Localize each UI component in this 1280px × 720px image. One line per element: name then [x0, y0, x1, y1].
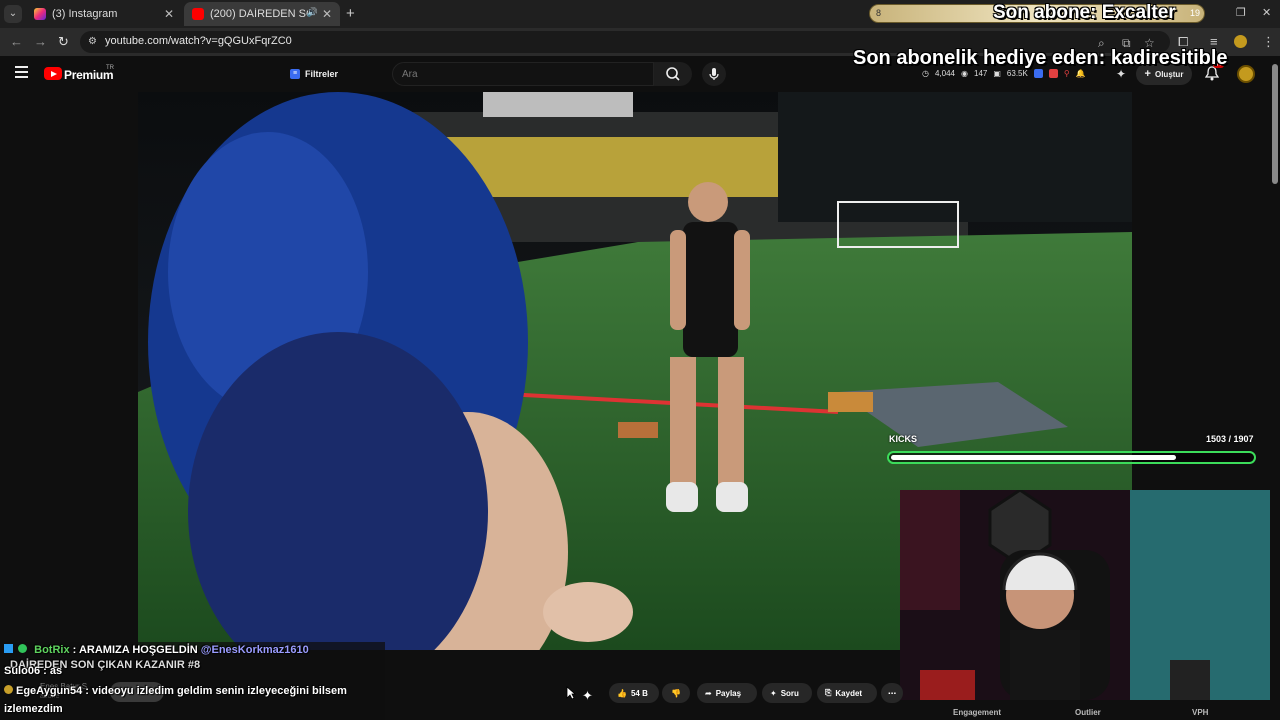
alert-left-number: 8: [876, 8, 882, 18]
close-tab-icon[interactable]: ✕: [322, 7, 332, 21]
thumbs-up-icon: 👍: [617, 688, 627, 698]
search-icon: [666, 67, 680, 81]
ask-label: Soru: [780, 688, 799, 698]
verified-badge-icon: [18, 644, 28, 653]
kicks-goal-count: 1503 / 1907: [1206, 434, 1254, 444]
audio-playing-icon[interactable]: 🔊: [307, 7, 318, 18]
search-button[interactable]: [654, 62, 692, 86]
site-info-icon[interactable]: ⚙: [88, 36, 100, 48]
save-label: Kaydet: [835, 688, 863, 698]
webcam-frame: [900, 490, 1270, 700]
tab-title: (3) Instagram: [52, 8, 118, 20]
back-icon[interactable]: ←: [10, 34, 23, 49]
last-subscriber-alert: Son abone: Excalter: [993, 2, 1176, 23]
tab-title: (200) DAİREDEN SON ÇIKAN: [210, 8, 308, 20]
bell-off-icon[interactable]: 🔔: [1076, 69, 1086, 78]
account-avatar[interactable]: [1237, 65, 1255, 83]
chat-mention: @EnesKorkmaz1610: [200, 644, 309, 656]
search-box[interactable]: [392, 62, 654, 86]
stat-viewers: 147: [974, 69, 988, 78]
like-count: 54 B: [630, 688, 648, 698]
tab-engagement[interactable]: Engagement: [953, 708, 1001, 717]
tab-search-chevron-icon[interactable]: ⌄: [4, 5, 22, 23]
microphone-icon: [709, 68, 719, 80]
youtube-icon: [192, 8, 204, 20]
instagram-icon: [34, 8, 46, 20]
more-dots-icon: ⋯: [888, 688, 896, 698]
streamer-webcam: [900, 490, 1270, 700]
page-scrollbar[interactable]: [1270, 56, 1280, 720]
close-window-icon[interactable]: ✕: [1262, 6, 1271, 19]
share-label: Paylaş: [715, 688, 742, 698]
hamburger-menu-icon[interactable]: [15, 66, 28, 78]
kicks-progress-bar: [887, 451, 1256, 464]
country-code: TR: [106, 65, 114, 71]
voice-search-button[interactable]: [702, 62, 726, 86]
new-tab-button[interactable]: +: [346, 5, 355, 22]
extension-stats: ◷ 4,044 ◉ 147 ▣ 63.5K ⚲ 🔔: [922, 69, 1086, 78]
tab-vph[interactable]: VPH: [1192, 708, 1208, 717]
last-gift-sub-alert: Son abonelik hediye eden: kadiresitible: [853, 47, 1228, 69]
pin-icon[interactable]: ⚲: [1064, 69, 1070, 78]
chat-separator: :: [69, 644, 79, 656]
chat-text: EgeAygun54 : videoyu izledim geldim seni…: [16, 685, 347, 697]
save-button[interactable]: ⎘ Kaydet: [817, 683, 877, 703]
filters-button[interactable]: ≡ Filtreler: [290, 65, 338, 83]
menu-kebab-icon[interactable]: ⋮: [1262, 34, 1275, 50]
profile-avatar[interactable]: [1234, 35, 1247, 48]
tab-youtube[interactable]: (200) DAİREDEN SON ÇIKAN 🔊 ✕: [184, 2, 340, 26]
eye-icon: ◉: [961, 69, 968, 78]
search-input[interactable]: [402, 69, 642, 80]
extension-puzzle-icon[interactable]: ✦: [582, 686, 593, 706]
tab-instagram[interactable]: (3) Instagram ✕: [26, 2, 182, 26]
chat-message: BotRix : ARAMIZA HOŞGELDİN @EnesKorkmaz1…: [4, 644, 309, 656]
kicks-goal-label: KICKS: [889, 434, 918, 444]
chat-username: BotRix: [34, 644, 70, 656]
extension-chip-icon[interactable]: [1033, 69, 1043, 78]
close-tab-icon[interactable]: ✕: [164, 7, 174, 21]
bookmark-icon: ⎘: [825, 688, 832, 697]
dislike-button[interactable]: 👎: [662, 683, 690, 703]
clock-icon: ◷: [922, 69, 929, 78]
tab-outlier[interactable]: Outlier: [1075, 708, 1101, 717]
alert-right-number: 19: [1190, 8, 1201, 18]
kick-badge-icon: [4, 644, 13, 653]
ask-button[interactable]: ✦ Soru: [762, 683, 812, 703]
share-button[interactable]: ➦ Paylaş: [697, 683, 757, 703]
stat-followers: 63.5K: [1006, 69, 1028, 78]
followers-icon: ▣: [993, 69, 1001, 78]
chat-message: EgeAygun54 : videoyu izledim geldim seni…: [4, 685, 347, 697]
chat-message: izlemezdim: [4, 703, 63, 715]
extension-bottom-tabs: Engagement Outlier VPH: [900, 700, 1270, 720]
create-label: Oluştur: [1154, 69, 1184, 79]
filters-label: Filtreler: [305, 69, 339, 79]
user-badge-icon: [4, 685, 13, 694]
share-icon: ➦: [705, 688, 712, 698]
scrollbar-thumb[interactable]: [1272, 64, 1278, 184]
mouse-cursor-icon: [566, 686, 576, 700]
chat-message: Sulo06 : as: [4, 665, 63, 677]
restore-window-icon[interactable]: ❐: [1236, 6, 1246, 19]
extension-chip-icon[interactable]: [1048, 69, 1058, 78]
kicks-progress-fill: [891, 455, 1176, 460]
filter-icon: ≡: [290, 69, 300, 79]
like-button[interactable]: 👍 54 B: [609, 683, 659, 703]
stat-users: 4,044: [934, 69, 956, 78]
chat-text: ARAMIZA HOŞGELDİN: [78, 644, 201, 656]
sparkle-icon: ✦: [770, 688, 777, 698]
youtube-logo-icon[interactable]: [44, 67, 62, 80]
url-text: youtube.com/watch?v=gQGUxFqrZC0: [105, 35, 292, 47]
forward-icon[interactable]: →: [34, 34, 47, 49]
thumbs-down-icon: 👎: [671, 688, 681, 698]
reload-icon[interactable]: ↻: [58, 34, 69, 50]
